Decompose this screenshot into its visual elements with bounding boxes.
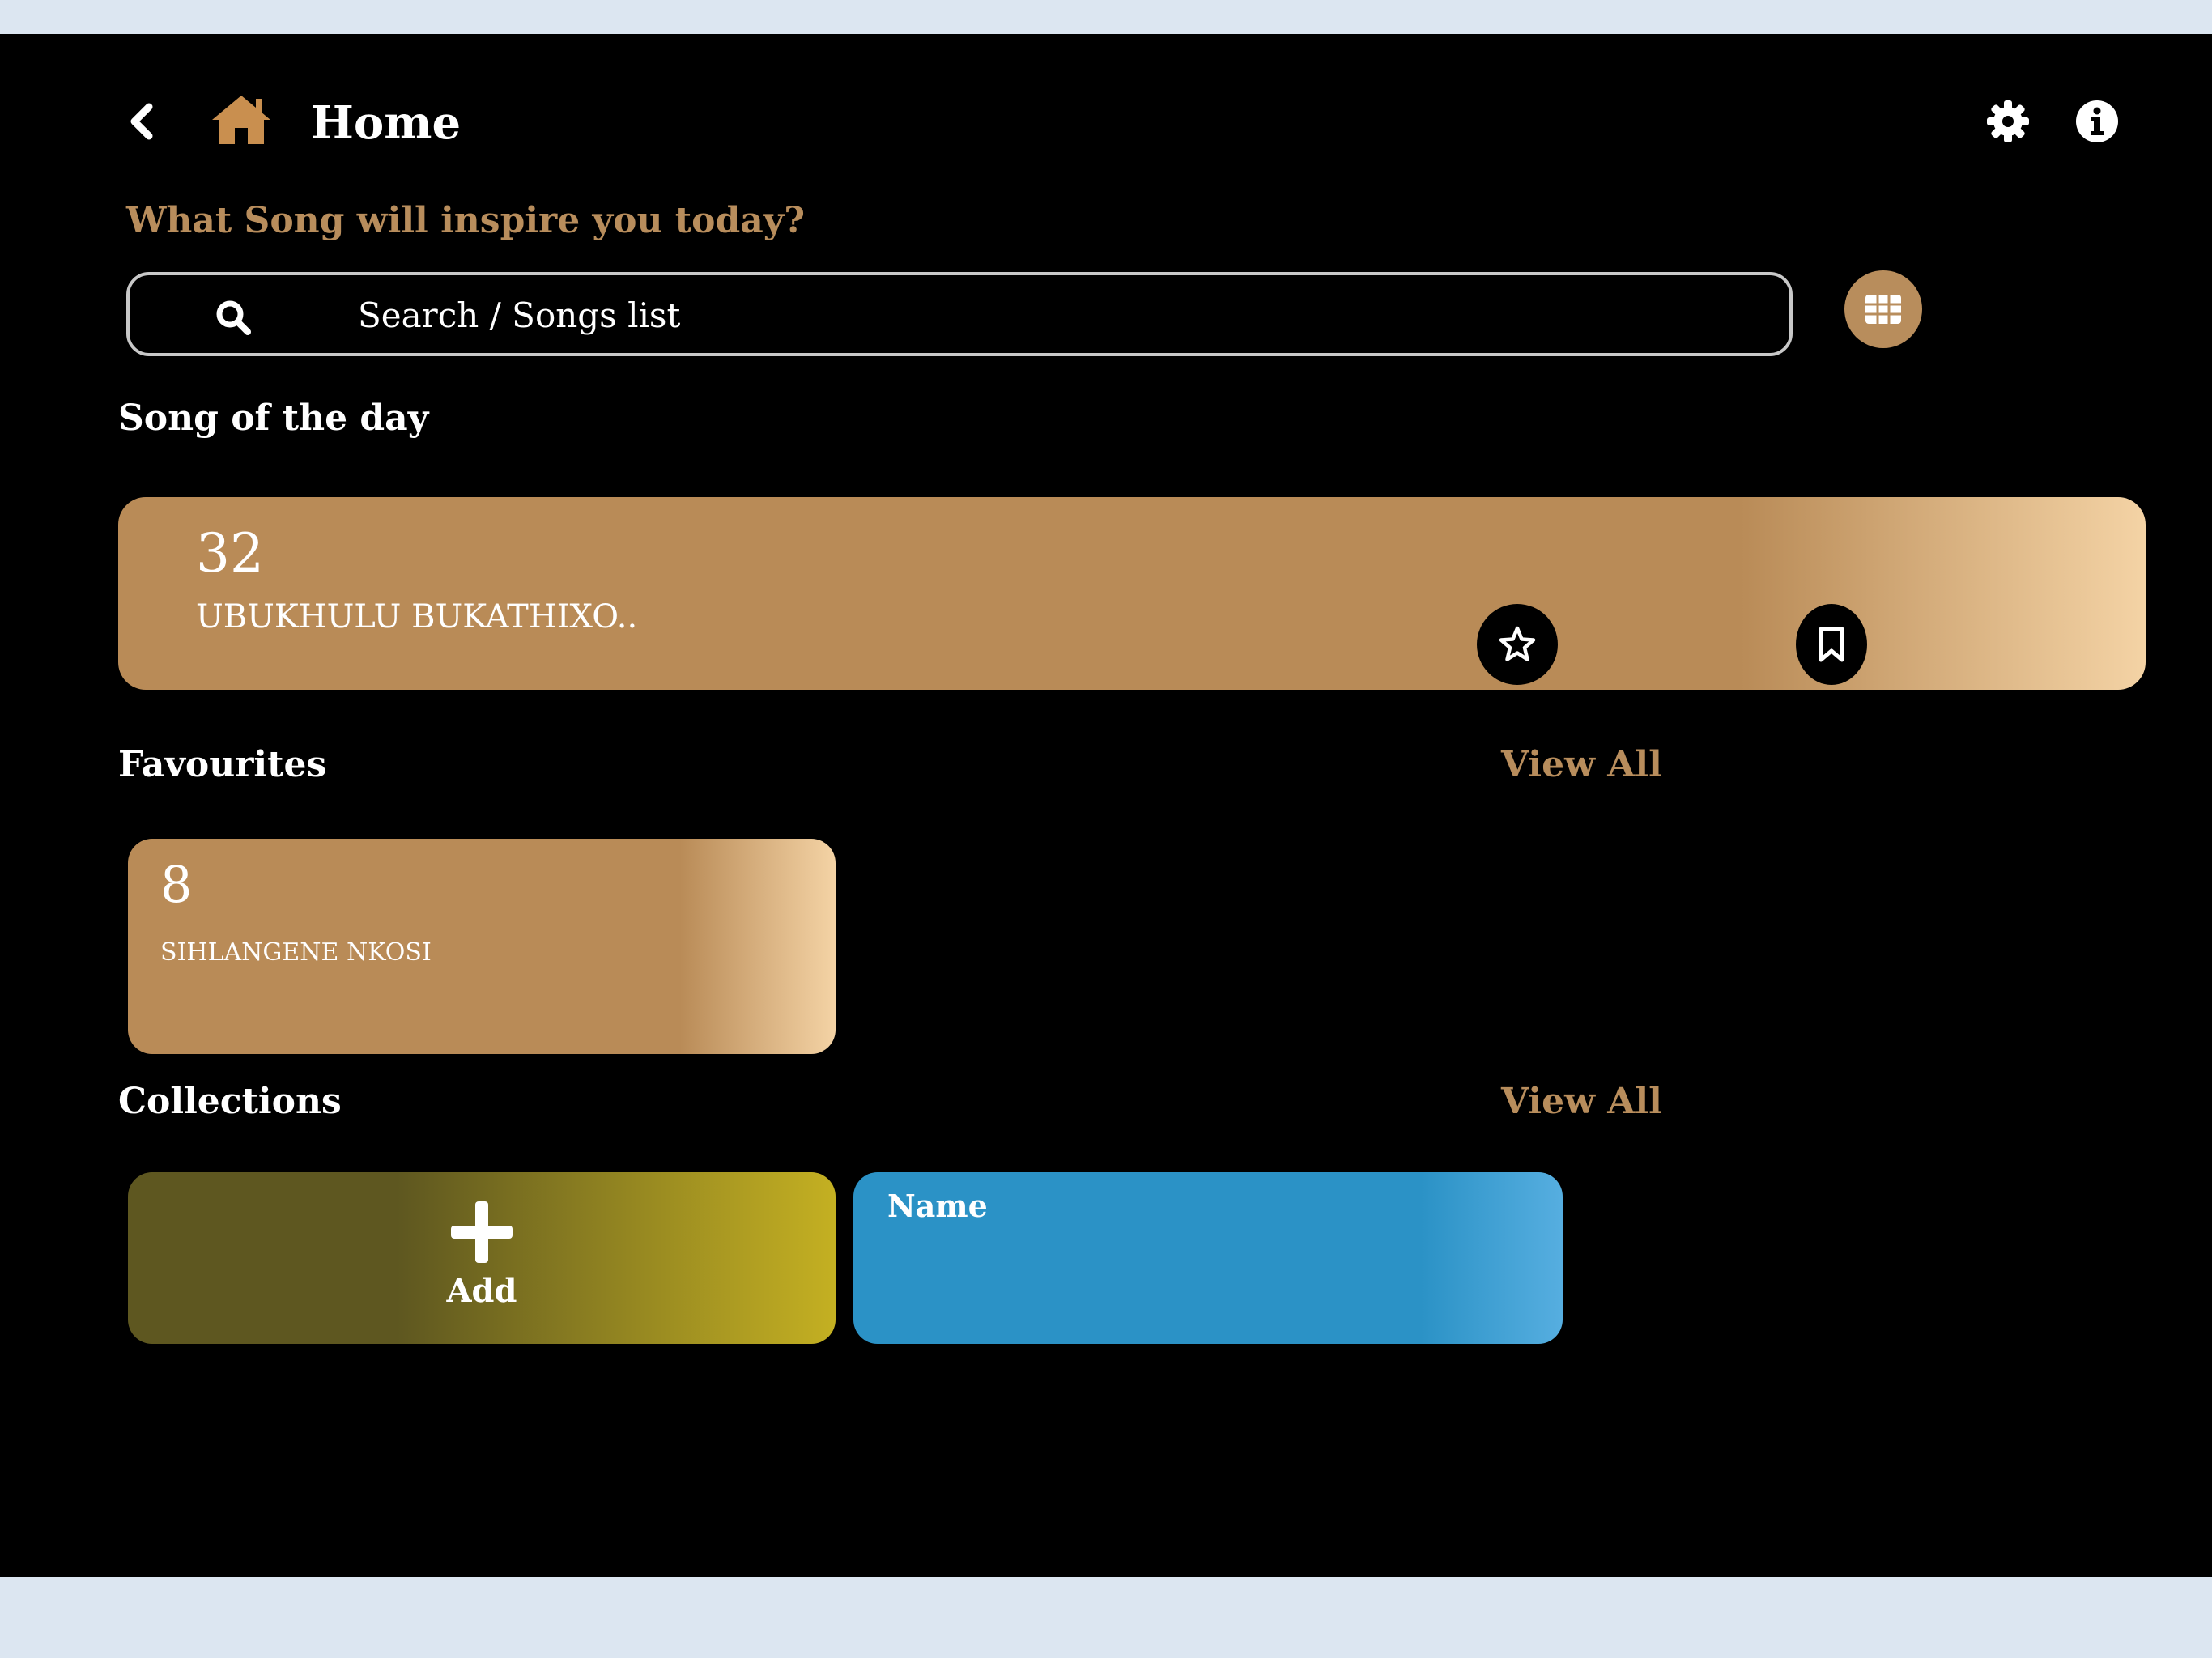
search-input[interactable]	[356, 283, 1736, 346]
grid-icon	[1865, 295, 1901, 324]
add-collection-button[interactable]: Add	[128, 1172, 836, 1344]
bookmark-button[interactable]	[1796, 604, 1867, 685]
song-number: 8	[160, 855, 193, 914]
app-screen: Home What Song will inspire you today? S…	[0, 34, 2212, 1577]
collections-view-all-link[interactable]: View All	[1501, 1073, 1662, 1130]
collections-heading: Collections	[118, 1081, 342, 1122]
plus-icon	[451, 1201, 513, 1263]
home-icon	[209, 92, 274, 147]
song-title: UBUKHULU BUKATHIXO..	[196, 598, 638, 636]
add-label: Add	[446, 1272, 517, 1310]
favourite-song-card[interactable]: 8 SIHLANGENE NKOSI	[128, 839, 836, 1054]
song-title: SIHLANGENE NKOSI	[160, 938, 432, 967]
search-box[interactable]	[126, 272, 1793, 356]
favourites-heading: Favourites	[118, 744, 327, 785]
star-icon	[1499, 626, 1536, 661]
song-of-the-day-heading: Song of the day	[118, 397, 429, 439]
inspiration-prompt: What Song will inspire you today?	[126, 200, 806, 241]
back-button[interactable]	[120, 84, 162, 159]
collection-card[interactable]: Name	[853, 1172, 1563, 1344]
info-button[interactable]	[2071, 84, 2123, 159]
search-icon	[216, 300, 251, 335]
collection-name: Name	[887, 1188, 988, 1224]
page-title: Home	[311, 96, 462, 150]
info-icon	[2076, 100, 2118, 142]
grid-view-button[interactable]	[1844, 270, 1922, 348]
favourite-button[interactable]	[1477, 604, 1558, 685]
chevron-left-icon	[130, 103, 153, 140]
bookmark-icon	[1819, 627, 1844, 662]
gear-icon	[1987, 100, 2029, 142]
song-of-the-day-card[interactable]: 32 UBUKHULU BUKATHIXO..	[118, 497, 2146, 690]
favourites-view-all-link[interactable]: View All	[1501, 737, 1662, 793]
song-number: 32	[196, 522, 264, 585]
settings-button[interactable]	[1982, 84, 2034, 159]
